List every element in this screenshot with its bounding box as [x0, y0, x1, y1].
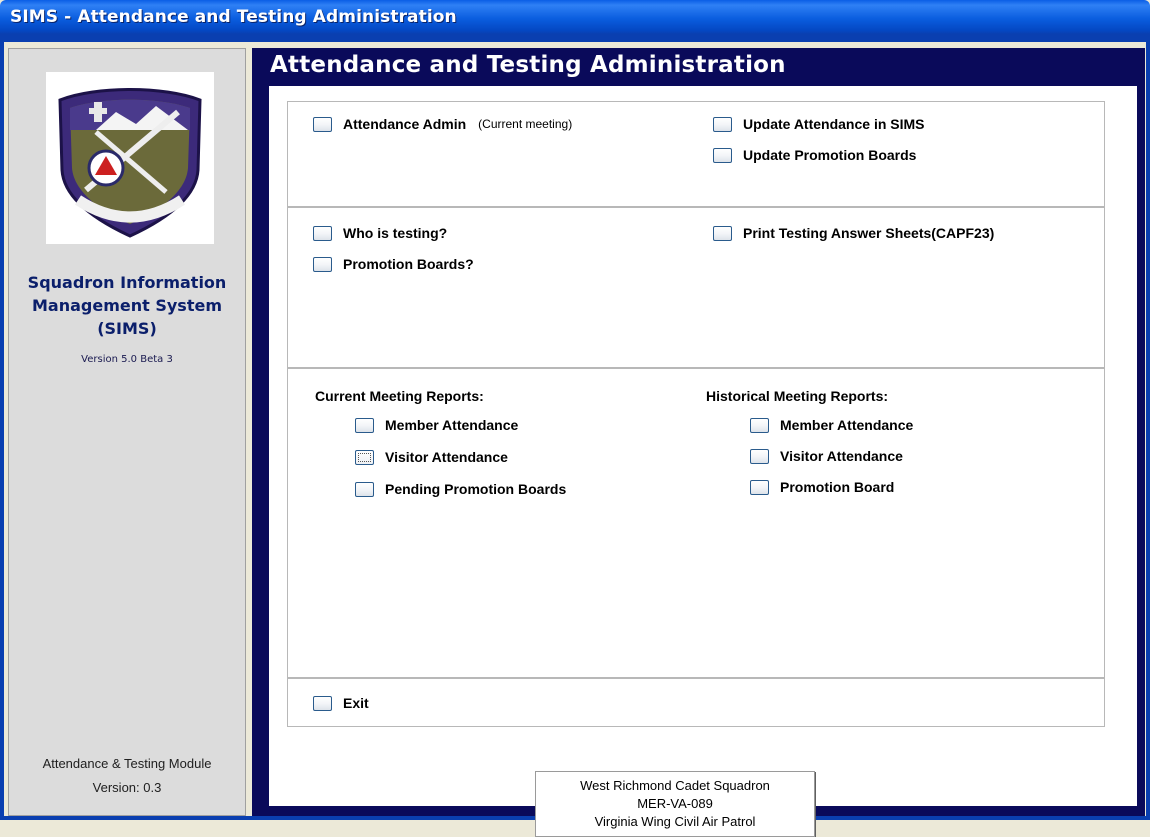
update-promotion-boards-checkbox-icon	[713, 147, 732, 163]
current-visitor-attendance-checkbox-icon	[355, 449, 374, 465]
exit-label: Exit	[343, 695, 369, 711]
section-reports: Current Meeting Reports: Member Attendan…	[287, 368, 1105, 678]
print-answer-sheets-button[interactable]: Print Testing Answer Sheets(CAPF23)	[713, 225, 994, 241]
module-name: Attendance & Testing Module	[42, 756, 212, 771]
section-testing: Who is testing? Promotion Boards? Print …	[287, 207, 1105, 368]
promotion-boards-label: Promotion Boards?	[343, 256, 474, 272]
current-member-attendance-label: Member Attendance	[385, 417, 519, 433]
pending-promotion-boards-checkbox-icon	[355, 481, 374, 497]
current-visitor-attendance-label: Visitor Attendance	[385, 449, 508, 465]
print-answer-sheets-checkbox-icon	[713, 225, 732, 241]
current-visitor-attendance-button[interactable]: Visitor Attendance	[355, 449, 508, 465]
historical-member-attendance-button[interactable]: Member Attendance	[750, 417, 913, 433]
update-attendance-checkbox-icon	[713, 116, 732, 132]
sidebar: Squadron Information Management System (…	[8, 48, 246, 816]
promotion-boards-button[interactable]: Promotion Boards?	[313, 256, 474, 272]
historical-promotion-board-label: Promotion Board	[780, 479, 895, 495]
historical-visitor-attendance-button[interactable]: Visitor Attendance	[750, 448, 903, 464]
historical-reports-heading: Historical Meeting Reports:	[706, 388, 889, 404]
window-title: SIMS - Attendance and Testing Administra…	[10, 7, 457, 27]
who-is-testing-button[interactable]: Who is testing?	[313, 225, 447, 241]
attendance-admin-note: (Current meeting)	[478, 117, 573, 131]
app-version: Version 5.0 Beta 3	[81, 354, 173, 365]
squadron-name: West Richmond Cadet Squadron	[580, 778, 770, 793]
historical-promotion-board-checkbox-icon	[750, 479, 769, 495]
current-member-attendance-checkbox-icon	[355, 417, 374, 433]
who-is-testing-label: Who is testing?	[343, 225, 448, 241]
historical-member-attendance-label: Member Attendance	[780, 417, 914, 433]
update-attendance-label: Update Attendance in SIMS	[743, 116, 925, 132]
page-title: Attendance and Testing Administration	[270, 52, 786, 78]
app-name: Squadron Information Management System (…	[9, 271, 245, 340]
update-attendance-button[interactable]: Update Attendance in SIMS	[713, 116, 925, 132]
exit-checkbox-icon	[313, 695, 332, 711]
exit-button[interactable]: Exit	[313, 695, 369, 711]
squadron-code: MER-VA-089	[637, 796, 713, 811]
app-name-line-2: Management System	[32, 296, 222, 315]
section-attendance-admin: Attendance Admin (Current meeting) Updat…	[287, 101, 1105, 207]
current-reports-heading: Current Meeting Reports:	[315, 388, 484, 404]
attendance-admin-checkbox-icon	[313, 116, 332, 132]
app-name-line-3: (SIMS)	[97, 319, 157, 338]
promotion-boards-checkbox-icon	[313, 256, 332, 272]
app-name-line-1: Squadron Information	[27, 273, 227, 292]
attendance-admin-button[interactable]: Attendance Admin (Current meeting)	[313, 116, 572, 132]
current-member-attendance-button[interactable]: Member Attendance	[355, 417, 518, 433]
attendance-admin-label: Attendance Admin	[343, 116, 467, 132]
squadron-info-box: West Richmond Cadet Squadron MER-VA-089 …	[535, 771, 815, 837]
window-title-bar[interactable]: SIMS - Attendance and Testing Administra…	[0, 0, 1150, 34]
historical-visitor-attendance-label: Visitor Attendance	[780, 448, 903, 464]
content-area: Attendance Admin (Current meeting) Updat…	[269, 86, 1137, 837]
who-is-testing-checkbox-icon	[313, 225, 332, 241]
main-panel: Attendance and Testing Administration At…	[252, 48, 1145, 837]
print-answer-sheets-label: Print Testing Answer Sheets(CAPF23)	[743, 225, 995, 241]
historical-member-attendance-checkbox-icon	[750, 417, 769, 433]
update-promotion-boards-label: Update Promotion Boards	[743, 147, 917, 163]
squadron-patch-icon	[58, 88, 202, 238]
section-exit: Exit	[287, 678, 1105, 727]
historical-visitor-attendance-checkbox-icon	[750, 448, 769, 464]
squadron-patch-logo	[46, 72, 214, 244]
wing-name: Virginia Wing Civil Air Patrol	[594, 814, 756, 829]
pending-promotion-boards-button[interactable]: Pending Promotion Boards	[355, 481, 566, 497]
module-version: Version: 0.3	[92, 780, 162, 795]
historical-promotion-board-button[interactable]: Promotion Board	[750, 479, 894, 495]
update-promotion-boards-button[interactable]: Update Promotion Boards	[713, 147, 916, 163]
pending-promotion-boards-label: Pending Promotion Boards	[385, 481, 567, 497]
